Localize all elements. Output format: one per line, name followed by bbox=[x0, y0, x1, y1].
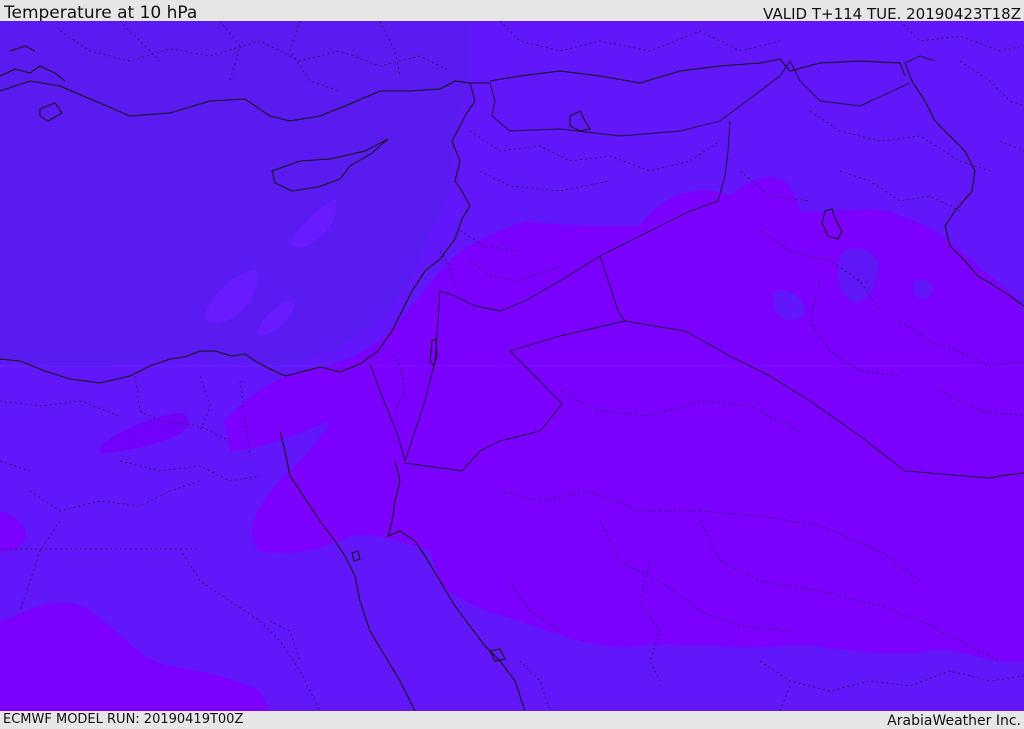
bottom-bar: ECMWF MODEL RUN: 20190419T00Z ArabiaWeat… bbox=[0, 711, 1024, 729]
map-title: Temperature at 10 hPa bbox=[4, 3, 198, 23]
model-run: ECMWF MODEL RUN: 20190419T00Z bbox=[3, 712, 244, 727]
temperature-map bbox=[0, 21, 1024, 711]
top-bar: Temperature at 10 hPa VALID T+114 TUE. 2… bbox=[0, 0, 1024, 23]
map-svg bbox=[0, 21, 1024, 711]
credit-label: ArabiaWeather Inc. bbox=[887, 713, 1021, 729]
